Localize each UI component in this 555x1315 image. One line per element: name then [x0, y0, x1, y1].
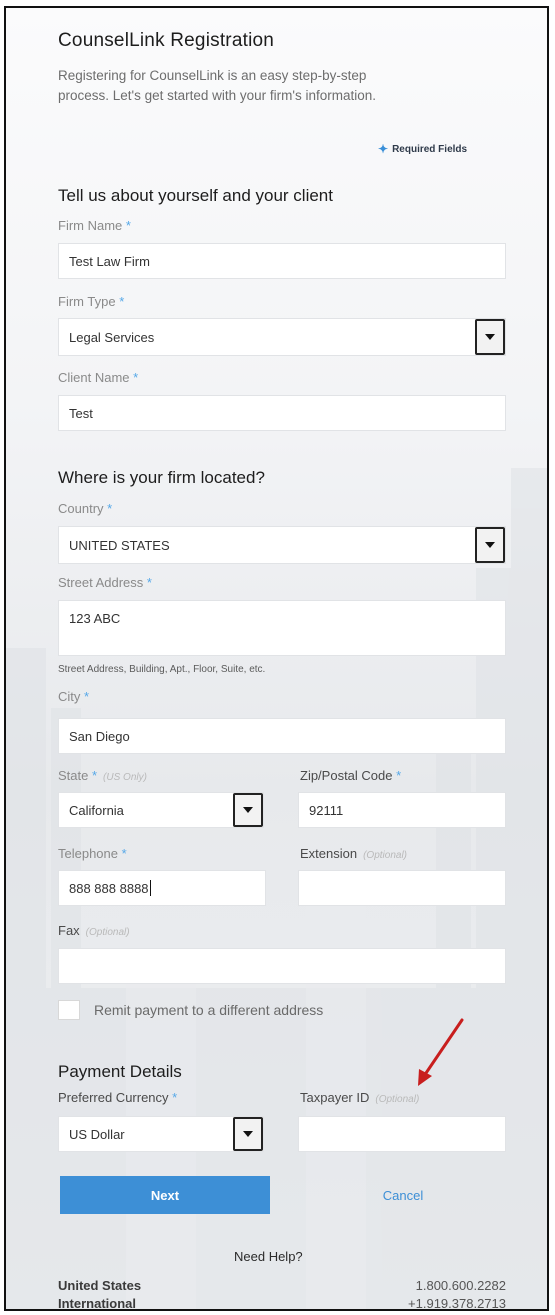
firm-type-select[interactable]: Legal Services [58, 318, 506, 356]
state-dropdown-button[interactable] [233, 793, 263, 827]
state-label-text: State [58, 768, 89, 783]
required-star-icon: * [84, 689, 90, 704]
extension-label-text: Extension [300, 846, 358, 861]
contact-region-us: United States [58, 1278, 142, 1293]
state-select[interactable]: California [58, 792, 264, 828]
required-star-icon: ✦ [378, 142, 389, 156]
required-fields-note: ✦ Required Fields [378, 142, 467, 156]
form-content: CounselLink Registration Registering for… [56, 8, 506, 1309]
street-address-input[interactable]: 123 ABC [58, 600, 506, 656]
required-star-icon: * [91, 768, 98, 783]
fax-input[interactable] [58, 948, 506, 984]
street-address-hint: Street Address, Building, Apt., Floor, S… [58, 664, 266, 675]
required-star-icon: * [396, 768, 402, 783]
required-fields-label: Required Fields [392, 143, 468, 155]
taxpayer-id-label: Taxpayer ID (Optional) [300, 1090, 419, 1105]
fax-note: (Optional) [85, 927, 130, 938]
intro-line-1: Registering for CounselLink is an easy s… [58, 68, 367, 83]
firm-name-label: Firm Name * [58, 218, 131, 233]
chevron-down-icon [243, 807, 253, 813]
currency-label: Preferred Currency * [58, 1090, 177, 1105]
telephone-value: 888 888 8888 [69, 880, 149, 896]
section-heading-about: Tell us about yourself and your client [58, 186, 333, 205]
currency-dropdown-button[interactable] [233, 1117, 263, 1151]
required-star-icon: * [125, 218, 131, 233]
country-label-text: Country [58, 501, 104, 516]
client-name-label: Client Name * [58, 370, 138, 385]
state-selected: California [69, 802, 124, 818]
zip-label: Zip/Postal Code * [300, 768, 401, 783]
contact-phone-us[interactable]: 1.800.600.2282 [306, 1278, 506, 1293]
client-name-input[interactable]: Test [58, 395, 506, 431]
fax-label-text: Fax [58, 923, 80, 938]
chevron-down-icon [485, 334, 495, 340]
intro-text: Registering for CounselLink is an easy s… [58, 66, 508, 106]
chevron-down-icon [243, 1131, 253, 1137]
city-input[interactable]: San Diego [58, 718, 506, 754]
zip-input[interactable]: 92111 [298, 792, 506, 828]
state-note: (US Only) [103, 772, 147, 783]
client-name-label-text: Client Name [58, 370, 130, 385]
taxpayer-note: (Optional) [375, 1094, 420, 1105]
fax-label: Fax (Optional) [58, 923, 130, 938]
firm-type-dropdown-button[interactable] [475, 319, 505, 355]
contact-region-intl: International [58, 1296, 137, 1311]
currency-select[interactable]: US Dollar [58, 1116, 264, 1152]
section-heading-payment: Payment Details [58, 1062, 182, 1081]
taxpayer-id-input[interactable] [298, 1116, 506, 1152]
firm-type-label: Firm Type * [58, 294, 124, 309]
required-star-icon: * [107, 501, 113, 516]
firm-type-label-text: Firm Type [58, 294, 116, 309]
country-select[interactable]: UNITED STATES [58, 526, 506, 564]
firm-name-label-text: Firm Name [58, 218, 123, 233]
street-label-text: Street Address [58, 575, 144, 590]
help-title: Need Help? [234, 1249, 303, 1264]
required-star-icon: * [146, 575, 152, 590]
page-title: CounselLink Registration [58, 30, 275, 51]
required-star-icon: * [133, 370, 139, 385]
telephone-input[interactable]: 888 888 8888 [58, 870, 266, 906]
section-heading-location: Where is your firm located? [58, 468, 265, 487]
extension-label: Extension (Optional) [300, 846, 407, 861]
currency-label-text: Preferred Currency [58, 1090, 169, 1105]
required-star-icon: * [119, 294, 125, 309]
required-star-icon: * [121, 846, 127, 861]
taxpayer-label-text: Taxpayer ID [300, 1090, 370, 1105]
next-button[interactable]: Next [60, 1176, 270, 1214]
contact-phone-intl[interactable]: +1.919.378.2713 [306, 1296, 506, 1309]
state-label: State * (US Only) [58, 768, 147, 783]
telephone-label: Telephone * [58, 846, 127, 861]
remit-checkbox[interactable] [58, 1000, 80, 1020]
chevron-down-icon [485, 542, 495, 548]
zip-label-text: Zip/Postal Code [300, 768, 393, 783]
text-cursor [149, 880, 151, 896]
extension-note: (Optional) [363, 850, 407, 861]
intro-line-2: process. Let's get started with your fir… [58, 88, 377, 103]
cancel-button[interactable]: Cancel [332, 1176, 474, 1214]
city-label: City * [58, 689, 89, 704]
currency-selected: US Dollar [69, 1126, 125, 1142]
firm-name-input[interactable]: Test Law Firm [58, 243, 506, 279]
country-selected: UNITED STATES [69, 537, 170, 553]
street-address-label: Street Address * [58, 575, 152, 590]
country-label: Country * [58, 501, 112, 516]
remit-checkbox-label: Remit payment to a different address [94, 1002, 324, 1018]
telephone-label-text: Telephone [58, 846, 118, 861]
country-dropdown-button[interactable] [475, 527, 505, 563]
annotation-arrow-icon [418, 1018, 464, 1086]
firm-type-selected: Legal Services [69, 329, 155, 345]
extension-input[interactable] [298, 870, 506, 906]
city-label-text: City [58, 689, 81, 704]
registration-panel: CounselLink Registration Registering for… [4, 6, 549, 1311]
required-star-icon: * [172, 1090, 178, 1105]
